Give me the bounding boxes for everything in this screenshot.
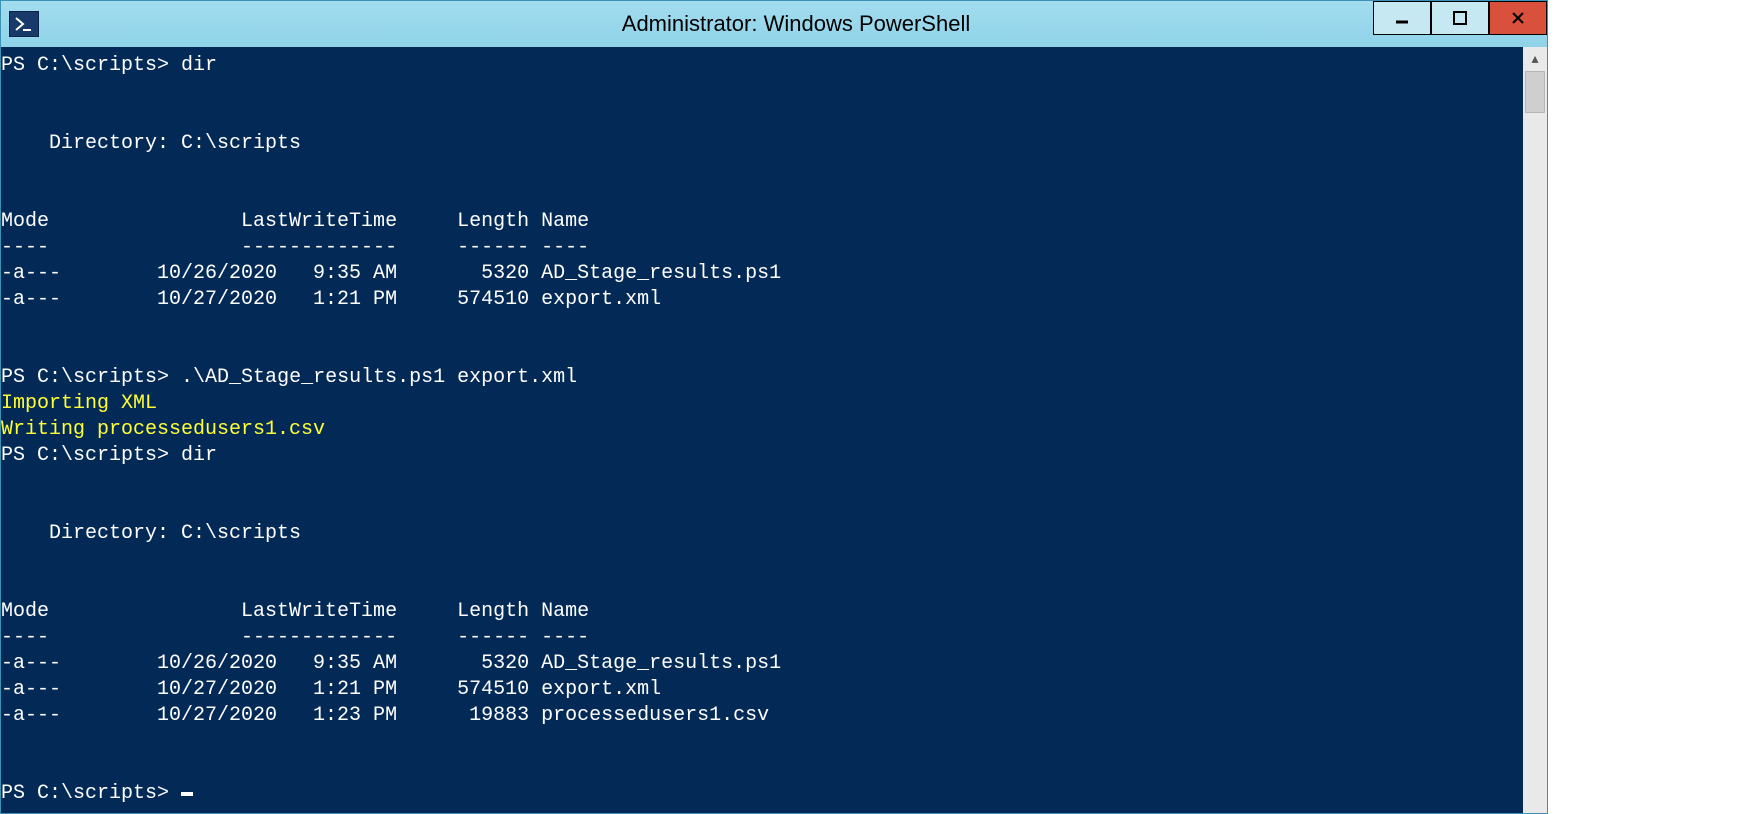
table-row: -a--- 10/27/2020 1:23 PM 19883 processed… [1, 703, 1523, 729]
vertical-scrollbar[interactable]: ▴ [1523, 47, 1547, 813]
terminal-line: PS C:\scripts> dir [1, 443, 1523, 469]
prompt-line[interactable]: PS C:\scripts> [1, 781, 1523, 807]
powershell-window: Administrator: Windows PowerShell PS C:\… [0, 0, 1548, 814]
terminal-blank [1, 469, 1523, 495]
terminal-output[interactable]: PS C:\scripts> dir Directory: C:\scripts… [1, 47, 1523, 813]
minimize-button[interactable] [1373, 1, 1431, 35]
cursor [181, 792, 193, 796]
scroll-track[interactable] [1523, 71, 1547, 813]
script-output: Importing XML [1, 391, 1523, 417]
powershell-icon[interactable] [9, 11, 39, 37]
table-header: Mode LastWriteTime Length Name [1, 209, 1523, 235]
window-controls [1373, 1, 1547, 47]
terminal-blank [1, 755, 1523, 781]
maximize-button[interactable] [1431, 1, 1489, 35]
window-title: Administrator: Windows PowerShell [45, 11, 1547, 37]
terminal-blank [1, 495, 1523, 521]
dir-header: Directory: C:\scripts [1, 131, 1523, 157]
table-divider: ---- ------------- ------ ---- [1, 235, 1523, 261]
terminal-blank [1, 183, 1523, 209]
close-button[interactable] [1489, 1, 1547, 35]
table-row: -a--- 10/27/2020 1:21 PM 574510 export.x… [1, 677, 1523, 703]
terminal-line: PS C:\scripts> .\AD_Stage_results.ps1 ex… [1, 365, 1523, 391]
terminal-blank [1, 729, 1523, 755]
terminal-blank [1, 547, 1523, 573]
table-row: -a--- 10/26/2020 9:35 AM 5320 AD_Stage_r… [1, 651, 1523, 677]
table-row: -a--- 10/26/2020 9:35 AM 5320 AD_Stage_r… [1, 261, 1523, 287]
dir-header: Directory: C:\scripts [1, 521, 1523, 547]
terminal-blank [1, 339, 1523, 365]
scroll-up-icon[interactable]: ▴ [1523, 47, 1547, 71]
terminal-blank [1, 105, 1523, 131]
titlebar[interactable]: Administrator: Windows PowerShell [1, 1, 1547, 47]
table-divider: ---- ------------- ------ ---- [1, 625, 1523, 651]
terminal-blank [1, 313, 1523, 339]
terminal-blank [1, 79, 1523, 105]
table-header: Mode LastWriteTime Length Name [1, 599, 1523, 625]
table-row: -a--- 10/27/2020 1:21 PM 574510 export.x… [1, 287, 1523, 313]
terminal-line: PS C:\scripts> dir [1, 53, 1523, 79]
terminal-blank [1, 157, 1523, 183]
scroll-thumb[interactable] [1525, 71, 1545, 113]
terminal-blank [1, 573, 1523, 599]
script-output: Writing processedusers1.csv [1, 417, 1523, 443]
